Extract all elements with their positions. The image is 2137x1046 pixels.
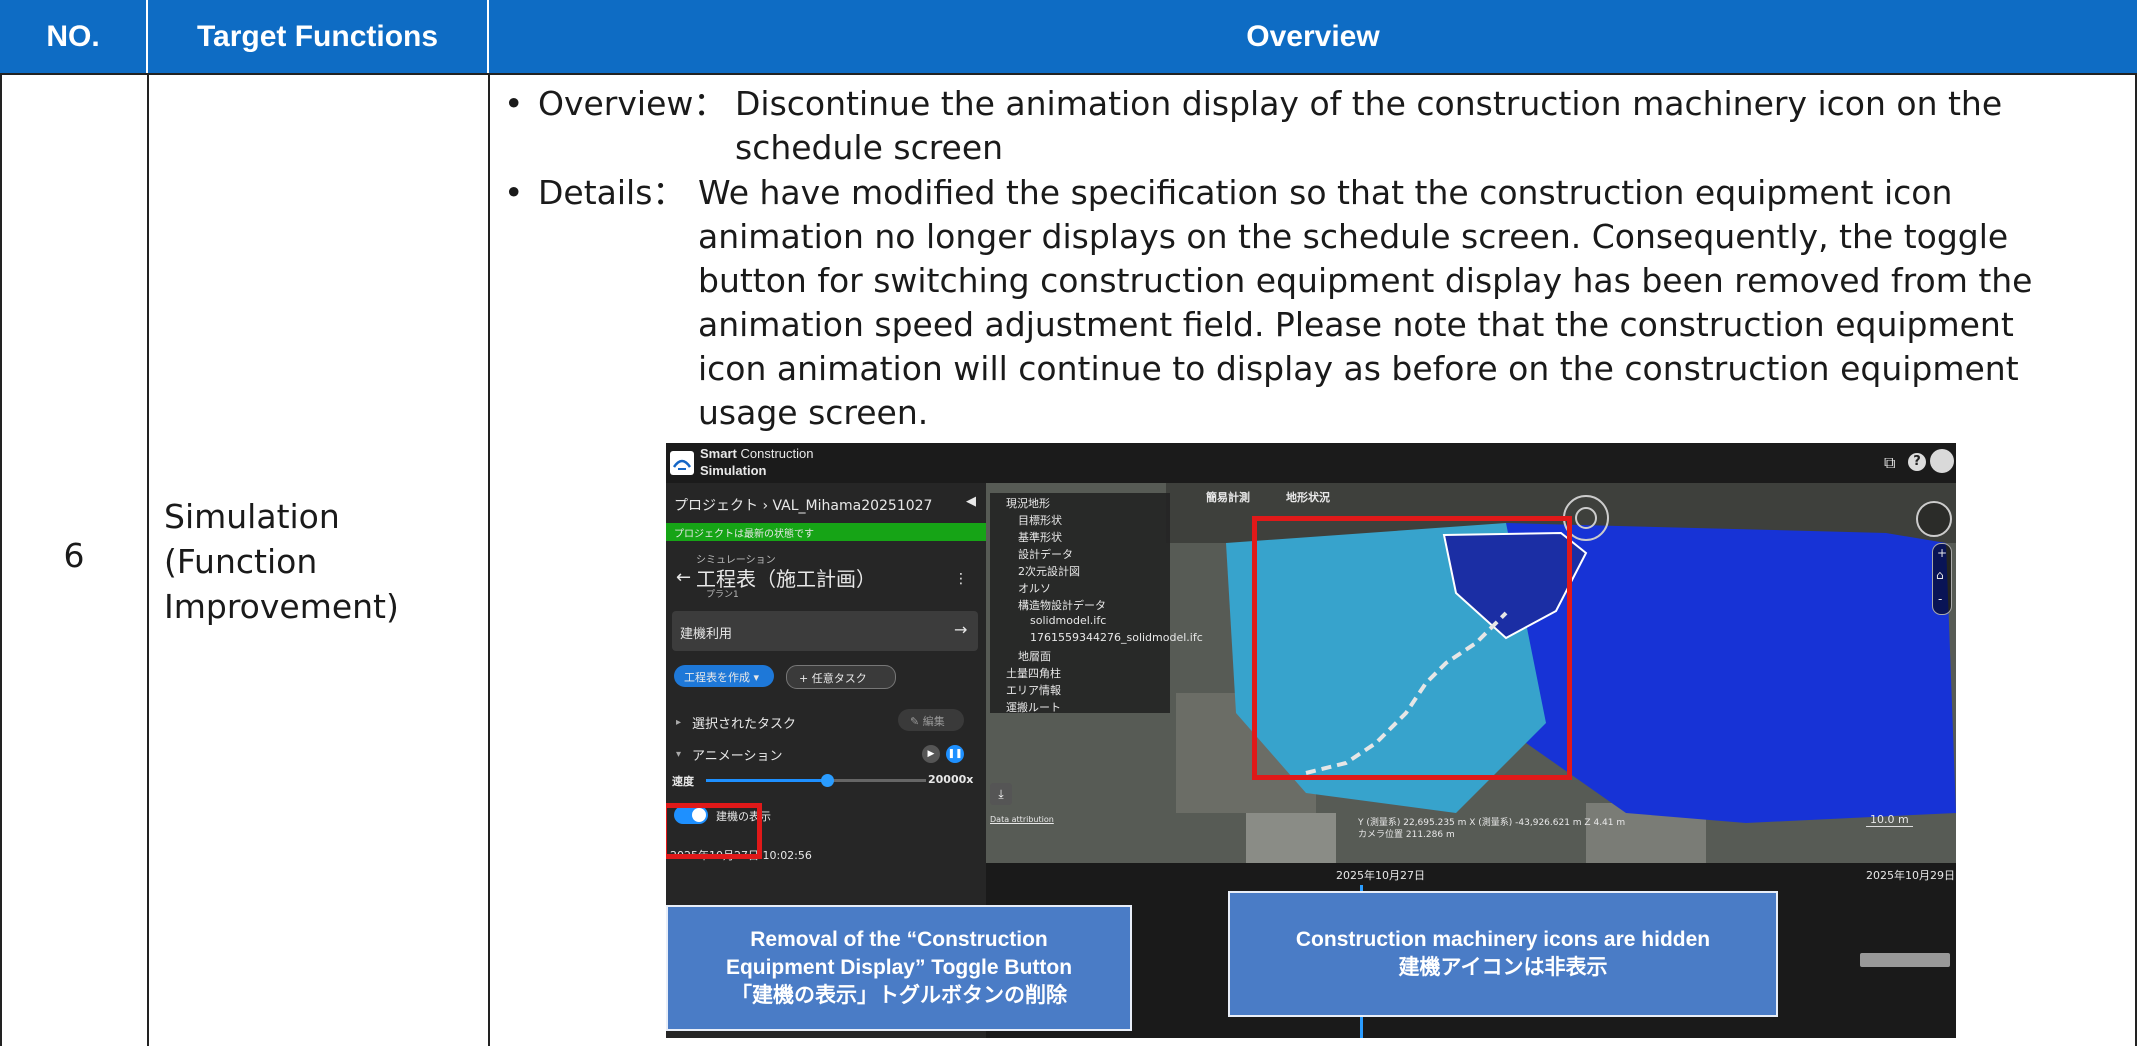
speed-slider-fill (706, 779, 827, 782)
create-schedule-button[interactable]: 工程表を作成 ▾ (674, 665, 774, 687)
speed-label: 速度 (672, 775, 694, 788)
edit-label: ✎ 編集 (910, 715, 945, 728)
layer-item[interactable]: オルソ (1018, 580, 1051, 596)
details-line: animation speed adjustment field. Please… (698, 305, 2014, 344)
callout-toggle-removal: Removal of the “Construction Equipment D… (666, 905, 1132, 1031)
target-function: Simulation (Function Improvement) (164, 494, 399, 629)
any-task-button[interactable]: + 任意タスク (786, 665, 896, 689)
zoom-controls: + ⌂ - (1932, 543, 1952, 615)
layer-item[interactable]: 1761559344276_solidmodel.ifc (1030, 631, 1203, 644)
details-line: animation no longer displays on the sche… (698, 217, 2009, 256)
download-icon[interactable]: ⤓ (990, 783, 1012, 805)
bullet-dot: • (504, 173, 524, 212)
speed-value: 20000x (928, 773, 974, 786)
layer-item[interactable]: 運搬ルート (1006, 699, 1061, 715)
arrow-right-icon: → (954, 620, 968, 639)
app-name-bold: Smart (700, 446, 737, 461)
machine-use-row[interactable]: 建機利用 → (672, 611, 978, 651)
more-icon[interactable]: ⋮ (954, 571, 968, 587)
layer-item[interactable]: エリア情報 (1006, 682, 1061, 698)
details-label: Details： (538, 173, 686, 212)
timeline-date-start: 2025年10月27日 (1336, 869, 1425, 882)
play-icon[interactable]: ▶ (922, 745, 940, 763)
data-attribution-link[interactable]: Data attribution (990, 815, 1054, 824)
zoom-in-icon[interactable]: + (1937, 546, 1947, 560)
target-line: (Function (164, 542, 318, 581)
callout-line: Removal of the “Construction (750, 928, 1048, 951)
callout-icons-hidden: Construction machinery icons are hidden … (1228, 891, 1778, 1017)
callout-line: 「建機の表示」トグルボタンの削除 (731, 984, 1067, 1007)
target-line: Improvement) (164, 587, 399, 626)
layer-item[interactable]: 2次元設計図 (1018, 563, 1080, 579)
animation-label: アニメーション (692, 749, 783, 764)
plan-label: プラン1 (706, 590, 739, 600)
overview-line: Discontinue the animation display of the… (735, 84, 2003, 123)
speed-slider[interactable] (706, 774, 926, 787)
external-link-icon[interactable]: ⧉ (1884, 453, 1895, 473)
details-line: button for switching construction equipm… (698, 261, 2033, 300)
speed-slider-thumb[interactable] (821, 774, 834, 787)
status-banner: プロジェクトは最新の状態です (666, 523, 986, 541)
callout-line: Construction machinery icons are hidden (1295, 928, 1711, 951)
layer-item[interactable]: 基準形状 (1018, 529, 1062, 545)
highlight-map-box (1252, 516, 1572, 780)
map-tab[interactable]: 簡易計測 (1206, 489, 1250, 505)
highlight-toggle-box (666, 803, 762, 859)
target-line: Simulation (164, 497, 340, 536)
create-schedule-label: 工程表を作成 ▾ (684, 671, 760, 684)
compass-icon[interactable] (1916, 501, 1952, 537)
timeline-date-end: 2025年10月29日 (1866, 869, 1955, 882)
layer-item[interactable]: 現況地形 (1006, 495, 1050, 511)
layer-item[interactable]: 構造物設計データ (1018, 597, 1106, 613)
avatar[interactable] (1930, 449, 1954, 473)
details-line: We have modified the specification so th… (698, 173, 1953, 212)
status-banner-text: プロジェクトは最新の状態です (674, 529, 814, 540)
camera-readout: カメラ位置 211.286 m (1358, 830, 1455, 840)
breadcrumb[interactable]: プロジェクト › VAL_Mihama20251027 (674, 495, 932, 515)
pause-icon[interactable]: ❚❚ (946, 745, 964, 763)
app-name-line2: Simulation (700, 463, 767, 478)
header-overview: Overview (489, 0, 2137, 73)
home-icon[interactable]: ⌂ (1936, 568, 1944, 582)
callout-line: 建機アイコンは非表示 (1398, 956, 1608, 979)
expand-task-icon[interactable]: ▸ (676, 717, 681, 728)
overview-label: Overview： (538, 84, 727, 123)
scale-bar: 10.0 m (1866, 813, 1913, 827)
layer-item[interactable]: 設計データ (1018, 546, 1073, 562)
timeline-bar[interactable] (1860, 953, 1950, 967)
map-tab[interactable]: 地形状況 (1286, 489, 1330, 505)
bullet-dot: • (504, 84, 524, 123)
layer-item[interactable]: solidmodel.ifc (1030, 614, 1106, 627)
app-logo-icon (670, 451, 694, 475)
overview-line: schedule screen (735, 128, 1004, 167)
layer-item[interactable]: 地層面 (1018, 648, 1051, 664)
header-target-functions: Target Functions (148, 0, 489, 73)
app-name-rest: Construction (740, 446, 814, 461)
app-bar: Smart Construction Simulation ⧉ ? (666, 443, 1956, 484)
any-task-label: + 任意タスク (799, 672, 867, 685)
layer-item[interactable]: 目標形状 (1018, 512, 1062, 528)
selected-task-label: 選択されたタスク (692, 717, 797, 732)
row-number: 6 (63, 536, 85, 575)
details-line: icon animation will continue to display … (698, 349, 2019, 388)
zoom-out-icon[interactable]: - (1938, 592, 1942, 606)
header-no: NO. (0, 0, 148, 73)
edit-button[interactable]: ✎ 編集 (898, 709, 964, 731)
back-arrow-icon[interactable]: ← (676, 567, 691, 588)
collapse-icon[interactable]: ◀ (966, 494, 976, 509)
layer-item[interactable]: 土量四角柱 (1006, 665, 1061, 681)
callout-line: Equipment Display” Toggle Button (725, 956, 1073, 979)
layer-tree: 現況地形 目標形状 基準形状 設計データ 2次元設計図 オルソ 構造物設計データ… (990, 493, 1203, 715)
machine-use-label: 建機利用 (680, 627, 733, 642)
expand-animation-icon[interactable]: ▾ (676, 749, 681, 760)
details-line: usage screen. (698, 393, 929, 432)
help-icon[interactable]: ? (1908, 453, 1926, 471)
